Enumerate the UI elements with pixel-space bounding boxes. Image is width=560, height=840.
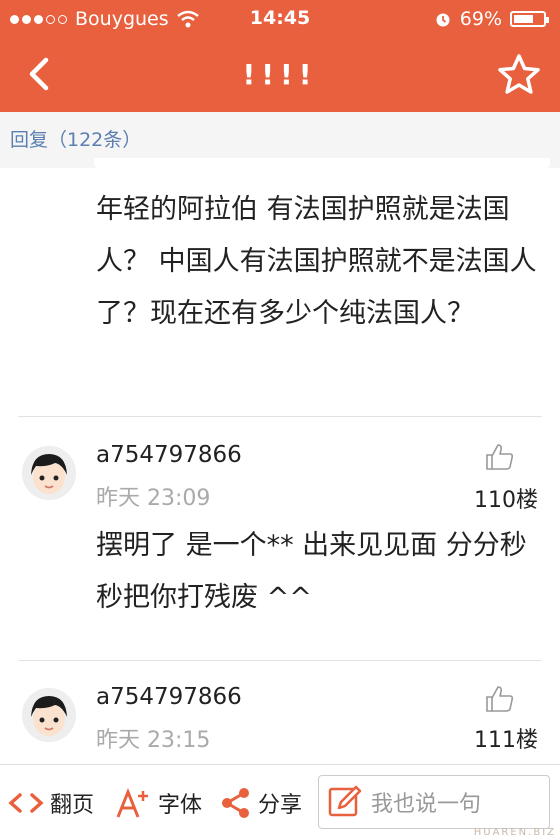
divider [18, 416, 542, 417]
compose-reply-input[interactable]: 我也说一句 [318, 775, 550, 829]
share-button[interactable]: 分享 [220, 787, 302, 819]
page-title: !!!! [242, 58, 318, 91]
thread-content: 年轻的阿拉伯 有法国护照就是法国人？ 中国人有法国护照就不是法国人了？现在还有多… [0, 168, 560, 764]
floor-number: 111楼 [474, 728, 538, 753]
bottom-toolbar: 翻页 字体 分享 我也说一句 HUAREN.BIZ [0, 764, 560, 840]
font-label: 字体 [158, 793, 203, 818]
watermark-text: HUAREN.BIZ [473, 827, 556, 838]
post-timestamp: 昨天 23:15 [96, 728, 211, 753]
status-bar: Bouygues 14:45 69% [0, 0, 560, 38]
nav-bar: !!!! [0, 38, 560, 112]
thumbs-up-icon[interactable] [484, 442, 516, 472]
reply-count-bar: 回复（122条） [0, 112, 560, 162]
user-avatar-icon [22, 446, 76, 500]
user-avatar-icon [22, 688, 76, 742]
username[interactable]: a754797866 [96, 684, 242, 710]
quote-card-edge [94, 158, 550, 168]
status-right: 69% [434, 8, 549, 30]
divider [18, 660, 542, 661]
battery-percent: 69% [459, 8, 502, 30]
share-icon [222, 788, 249, 818]
edit-pencil-icon [328, 785, 362, 817]
thumbs-up-icon[interactable] [484, 684, 516, 714]
font-size-icon [116, 788, 148, 818]
post-timestamp: 昨天 23:09 [96, 486, 211, 511]
username[interactable]: a754797866 [96, 442, 242, 468]
post-text: 摆明了 是一个** 出来见见面 分分秒秒把你打残废 ^^ [96, 530, 527, 613]
alarm-icon [436, 13, 450, 27]
avatar[interactable] [22, 688, 76, 742]
battery-icon [510, 11, 549, 27]
code-brackets-icon [8, 793, 44, 813]
favorite-star-icon[interactable] [496, 52, 542, 98]
reply-count[interactable]: 回复（122条） [10, 125, 141, 152]
avatar[interactable] [22, 446, 76, 500]
page-button[interactable]: 翻页 [8, 787, 94, 819]
font-button[interactable]: 字体 [116, 787, 202, 819]
page-label: 翻页 [50, 793, 95, 818]
quoted-post-text: 年轻的阿拉伯 有法国护照就是法国人？ 中国人有法国护照就不是法国人了？现在还有多… [96, 194, 537, 329]
share-label: 分享 [258, 793, 303, 818]
floor-number: 110楼 [474, 488, 538, 513]
compose-placeholder: 我也说一句 [371, 792, 482, 817]
